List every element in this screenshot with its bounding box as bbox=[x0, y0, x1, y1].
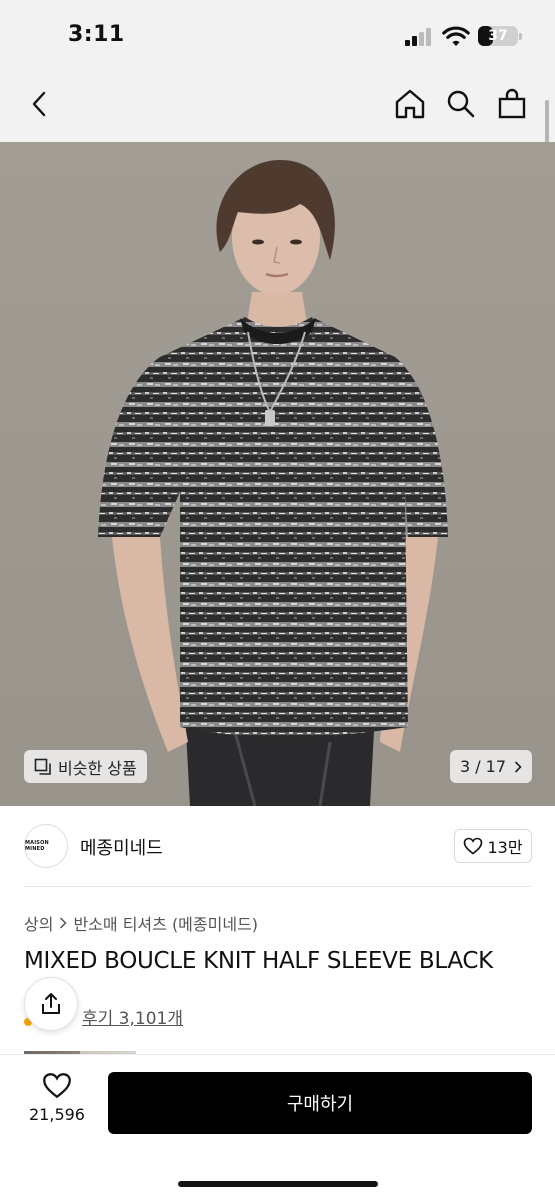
product-photo bbox=[0, 142, 555, 806]
similar-products-label: 비슷한 상품 bbox=[58, 758, 137, 778]
battery-icon: 37 bbox=[478, 26, 518, 46]
image-counter: 3 / 17 bbox=[459, 757, 507, 776]
status-bar: 3:11 37 bbox=[0, 0, 555, 70]
heart-icon bbox=[43, 1073, 71, 1099]
search-icon bbox=[447, 90, 475, 118]
top-nav-bar bbox=[0, 70, 555, 142]
breadcrumb: 상의 반소매 티셔츠 (메종미네드) bbox=[24, 911, 258, 935]
brand-like-button[interactable]: 13만 bbox=[454, 829, 532, 863]
product-image-carousel[interactable] bbox=[0, 142, 555, 806]
buy-button-label: 구매하기 bbox=[286, 1094, 354, 1115]
bag-icon bbox=[498, 88, 526, 119]
status-time: 3:11 bbox=[68, 22, 125, 47]
image-counter-button[interactable]: 3 / 17 bbox=[450, 750, 532, 783]
brand-like-count: 13만 bbox=[487, 838, 523, 857]
search-button[interactable] bbox=[441, 84, 481, 124]
brand-name[interactable]: 메종미네드 bbox=[80, 834, 163, 860]
heart-icon bbox=[464, 837, 483, 855]
home-button[interactable] bbox=[390, 84, 430, 124]
chevron-right-icon bbox=[60, 917, 68, 929]
brand-logo-text: MAISON MINED bbox=[25, 840, 49, 852]
similar-products-button[interactable]: 비슷한 상품 bbox=[24, 750, 147, 783]
wishlist-button[interactable]: 21,596 bbox=[20, 1072, 94, 1134]
buy-button[interactable]: 구매하기 bbox=[108, 1072, 532, 1134]
back-button[interactable] bbox=[20, 84, 60, 124]
cart-button[interactable] bbox=[492, 84, 532, 124]
copy-icon bbox=[34, 758, 51, 775]
home-indicator[interactable] bbox=[178, 1181, 378, 1187]
breadcrumb-category[interactable]: 상의 bbox=[24, 911, 53, 935]
wifi-icon bbox=[442, 26, 470, 46]
review-link[interactable]: 후기 3,101개 bbox=[82, 1004, 183, 1029]
back-icon bbox=[32, 91, 46, 117]
chevron-right-icon bbox=[514, 760, 522, 773]
cellular-signal-icon bbox=[405, 28, 435, 46]
breadcrumb-subcategory[interactable]: 반소매 티셔츠 (메종미네드) bbox=[73, 911, 258, 935]
divider bbox=[24, 886, 531, 887]
home-icon bbox=[395, 89, 425, 119]
battery-nub bbox=[519, 33, 522, 40]
brand-logo[interactable]: MAISON MINED bbox=[24, 824, 68, 868]
share-button[interactable] bbox=[24, 977, 78, 1031]
battery-level: 37 bbox=[488, 28, 508, 44]
wishlist-count: 21,596 bbox=[29, 1105, 85, 1124]
share-icon bbox=[42, 993, 60, 1014]
product-title: MIXED BOUCLE KNIT HALF SLEEVE BLACK bbox=[24, 948, 493, 974]
